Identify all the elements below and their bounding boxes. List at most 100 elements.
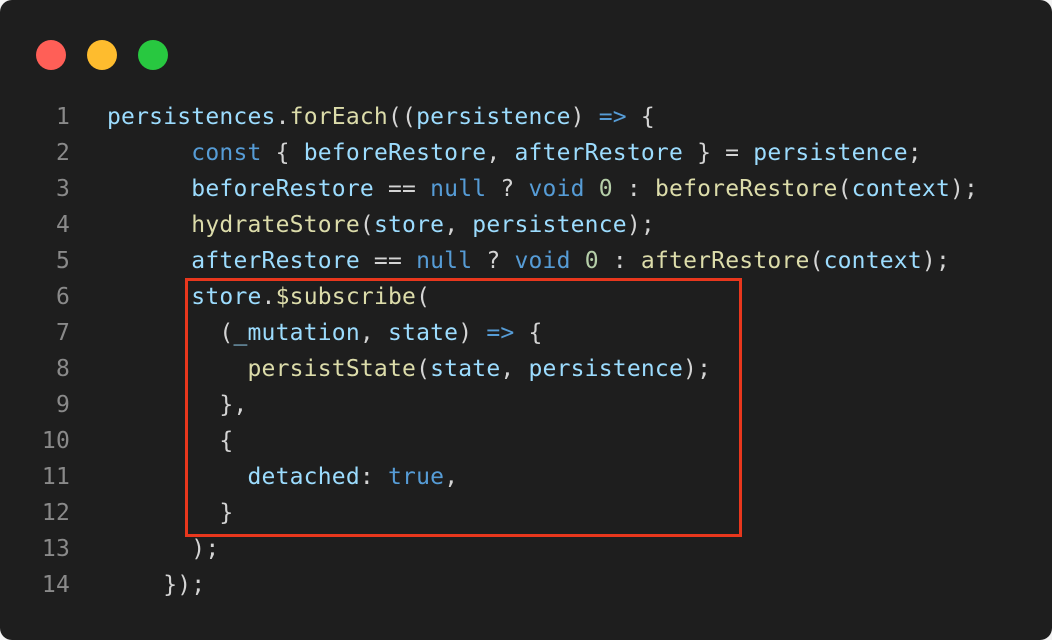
code-token: context <box>851 176 950 202</box>
code-token: state <box>387 320 459 346</box>
code-token: { <box>626 104 655 130</box>
code-token: persistence <box>416 104 571 130</box>
code-token: . <box>275 104 290 130</box>
line-number: 5 <box>55 248 70 274</box>
line-source: { <box>107 423 233 459</box>
code-token: const <box>191 140 262 166</box>
code-token: ); <box>107 536 220 562</box>
line-number: 3 <box>55 176 70 202</box>
code-token: persistence <box>528 356 684 382</box>
code-token: ) <box>458 320 487 346</box>
code-token: persistence <box>472 212 627 238</box>
line-number: 12 <box>41 500 70 526</box>
code-token: == <box>373 176 431 202</box>
code-token: null <box>430 176 487 202</box>
code-token: ? <box>472 248 515 274</box>
code-token: _mutation <box>233 320 360 346</box>
line-number: 4 <box>55 212 70 238</box>
code-token: persistences <box>107 104 276 130</box>
code-token: , <box>500 356 529 382</box>
line-source: const { beforeRestore, afterRestore } = … <box>107 135 922 171</box>
line-source: beforeRestore == null ? void 0 : beforeR… <box>107 171 978 207</box>
code-token: ( <box>416 284 431 310</box>
line-number: 2 <box>55 140 70 166</box>
code-token: ( <box>416 356 431 382</box>
code-token: beforeRestore <box>303 140 487 166</box>
code-token: beforeRestore <box>191 176 374 202</box>
line-source: persistences.forEach((persistence) => { <box>107 99 655 135</box>
zoom-window-button[interactable] <box>138 40 168 70</box>
line-number: 14 <box>41 572 70 598</box>
code-token: : <box>359 464 388 490</box>
code-token: forEach <box>289 104 388 130</box>
window-controls <box>36 40 168 70</box>
line-number: 8 <box>55 356 70 382</box>
code-token: store <box>373 212 445 238</box>
line-number: 9 <box>55 392 70 418</box>
code-token: true <box>387 464 445 490</box>
line-source: } <box>107 495 233 531</box>
code-token: }); <box>107 572 206 598</box>
code-token: afterRestore <box>191 248 360 274</box>
code-token: ); <box>626 212 655 238</box>
line-number: 10 <box>41 428 70 454</box>
code-token: 0 <box>584 248 599 274</box>
code-token: }, <box>107 392 248 418</box>
line-source: persistState(state, persistence); <box>107 351 711 387</box>
code-token: , <box>359 320 388 346</box>
code-token: state <box>430 356 501 382</box>
code-token: void <box>528 176 585 202</box>
line-source: detached: true, <box>107 459 458 495</box>
code-token: detached <box>247 464 360 490</box>
code-token: ( <box>837 176 852 202</box>
code-token: persistence <box>753 140 908 166</box>
code-token: , <box>444 464 459 490</box>
line-number: 13 <box>41 536 70 562</box>
line-number: 11 <box>41 464 70 490</box>
code-token: } = <box>683 140 754 166</box>
code-token: . <box>261 284 276 310</box>
line-source: (_mutation, state) => { <box>107 315 543 351</box>
line-source: }); <box>107 567 205 603</box>
minimize-window-button[interactable] <box>87 40 117 70</box>
code-token: == <box>359 248 417 274</box>
code-token: } <box>107 500 234 526</box>
code-token: beforeRestore <box>654 176 838 202</box>
line-source: hydrateStore(store, persistence); <box>107 207 655 243</box>
code-token: hydrateStore <box>191 212 360 238</box>
code-token: : <box>598 248 641 274</box>
line-number: 7 <box>55 320 70 346</box>
code-token: { <box>261 140 304 166</box>
code-token: null <box>416 248 473 274</box>
line-source: afterRestore == null ? void 0 : afterRes… <box>107 243 950 279</box>
code-token: ); <box>683 356 712 382</box>
code-token: $subscribe <box>275 284 417 310</box>
code-token: ); <box>950 176 979 202</box>
code-token: store <box>191 284 262 310</box>
code-token: persistState <box>247 356 417 382</box>
code-token: => <box>598 104 627 130</box>
code-token: void <box>514 248 571 274</box>
line-number: 6 <box>55 284 70 310</box>
code-window: 1 persistences.forEach((persistence) => {… <box>0 0 1052 640</box>
code-token: { <box>107 428 234 454</box>
code-token: 0 <box>598 176 613 202</box>
line-source: ); <box>107 531 219 567</box>
code-token: : <box>612 176 655 202</box>
code-token: ); <box>921 248 951 274</box>
close-window-button[interactable] <box>36 40 66 70</box>
code-token: context <box>823 248 922 274</box>
code-token: ) <box>570 104 599 130</box>
line-number: 1 <box>55 104 70 130</box>
code-token: ( <box>107 320 234 346</box>
code-token: , <box>444 212 473 238</box>
line-source: }, <box>107 387 247 423</box>
